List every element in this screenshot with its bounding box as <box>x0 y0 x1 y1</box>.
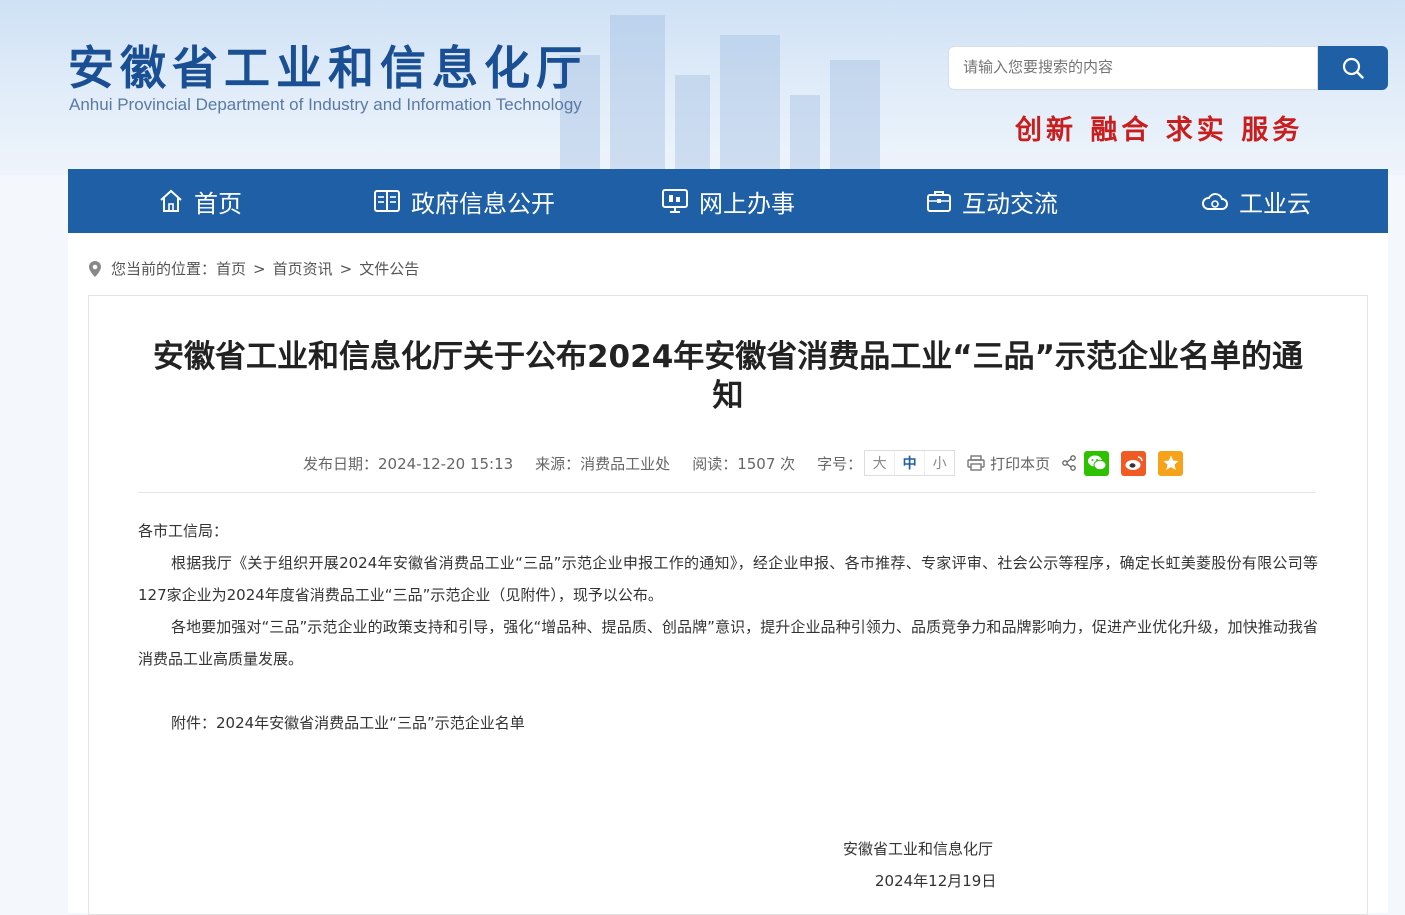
breadcrumb: 您当前的位置： 首页 > 首页资讯 > 文件公告 <box>88 258 419 279</box>
nav-item-gov-info[interactable]: 政府信息公开 <box>332 169 596 233</box>
font-size-large[interactable]: 大 <box>865 451 894 475</box>
signer: 安徽省工业和信息化厅 <box>843 840 994 858</box>
banner-building <box>720 35 780 175</box>
print-button[interactable]: 打印本页 <box>967 453 1050 474</box>
print-label: 打印本页 <box>990 454 1051 473</box>
nav-label: 政府信息公开 <box>411 189 555 218</box>
cloud-gear-icon <box>1202 193 1228 210</box>
site-title[interactable]: 安徽省工业和信息化厅 <box>68 32 588 98</box>
sign-date: 2024年12月19日 <box>875 872 997 890</box>
location-pin-icon <box>89 260 101 277</box>
home-icon <box>160 189 182 212</box>
monitor-icon <box>662 189 688 213</box>
search-button[interactable] <box>1318 46 1388 90</box>
nav-label: 工业云 <box>1239 189 1311 218</box>
article-body: 各市工信局： 根据我厅《关于组织开展2024年安徽省消费品工业“三品”示范企业申… <box>138 515 1318 739</box>
nav-label: 首页 <box>194 189 242 218</box>
share-icon <box>1062 455 1077 471</box>
body-paragraph: 根据我厅《关于组织开展2024年安徽省消费品工业“三品”示范企业申报工作的通知》… <box>138 554 1318 604</box>
nav-label: 网上办事 <box>699 189 795 218</box>
book-icon <box>374 190 400 212</box>
share-wechat-button[interactable] <box>1084 450 1110 476</box>
attachment-link[interactable]: 附件：2024年安徽省消费品工业“三品”示范企业名单 <box>138 707 1318 739</box>
breadcrumb-prefix: 您当前的位置： <box>111 260 217 278</box>
slogan: 创新 融合 求实 服务 <box>1015 115 1304 146</box>
font-size-switcher: 大 中 小 <box>864 450 956 476</box>
publish-date: 发布日期：2024-12-20 15:13 <box>303 454 514 473</box>
search-box <box>948 46 1318 90</box>
briefcase-icon <box>927 191 951 212</box>
banner-building <box>830 60 880 175</box>
meta-divider <box>138 492 1316 493</box>
font-size-medium[interactable]: 中 <box>894 451 924 475</box>
body-paragraph: 各地要加强对“三品”示范企业的政策支持和引导，强化“增品种、提品质、创品牌”意识… <box>138 618 1318 668</box>
nav-item-home[interactable]: 首页 <box>68 169 332 233</box>
breadcrumb-announcements[interactable]: 文件公告 <box>359 258 419 279</box>
printer-icon <box>967 455 985 471</box>
breadcrumb-separator: > <box>339 259 353 278</box>
search-icon <box>1342 57 1364 79</box>
nav-item-interaction[interactable]: 互动交流 <box>860 169 1124 233</box>
font-size-label: 字号： <box>817 454 863 473</box>
nav-label: 互动交流 <box>962 189 1058 218</box>
breadcrumb-home[interactable]: 首页 <box>216 258 246 279</box>
breadcrumb-news[interactable]: 首页资讯 <box>273 258 333 279</box>
banner-building <box>610 15 665 175</box>
banner-building <box>675 75 710 175</box>
article-source: 来源：消费品工业处 <box>535 454 671 473</box>
site-title-english: Anhui Provincial Department of Industry … <box>69 95 582 114</box>
favorite-button[interactable] <box>1158 450 1184 476</box>
greeting: 各市工信局： <box>138 522 229 540</box>
nav-item-industry-cloud[interactable]: 工业云 <box>1124 169 1388 233</box>
breadcrumb-separator: > <box>253 259 266 278</box>
star-icon <box>1163 455 1179 470</box>
wechat-icon <box>1087 455 1107 471</box>
read-count: 阅读：1507 次 <box>692 454 796 473</box>
font-size-small[interactable]: 小 <box>924 451 954 475</box>
nav-item-online-service[interactable]: 网上办事 <box>596 169 860 233</box>
article-title: 安徽省工业和信息化厅关于公布2024年安徽省消费品工业“三品”示范企业名单的通知 <box>152 339 1304 414</box>
banner-building <box>790 95 820 175</box>
share-weibo-button[interactable] <box>1121 450 1147 476</box>
main-nav: 首页 政府信息公开 网上办事 互动交流 工业云 <box>68 169 1388 233</box>
weibo-icon <box>1125 456 1143 470</box>
article-meta: 发布日期：2024-12-20 15:13 来源：消费品工业处 阅读：1507 … <box>303 450 1184 476</box>
search-input[interactable] <box>949 47 1317 87</box>
